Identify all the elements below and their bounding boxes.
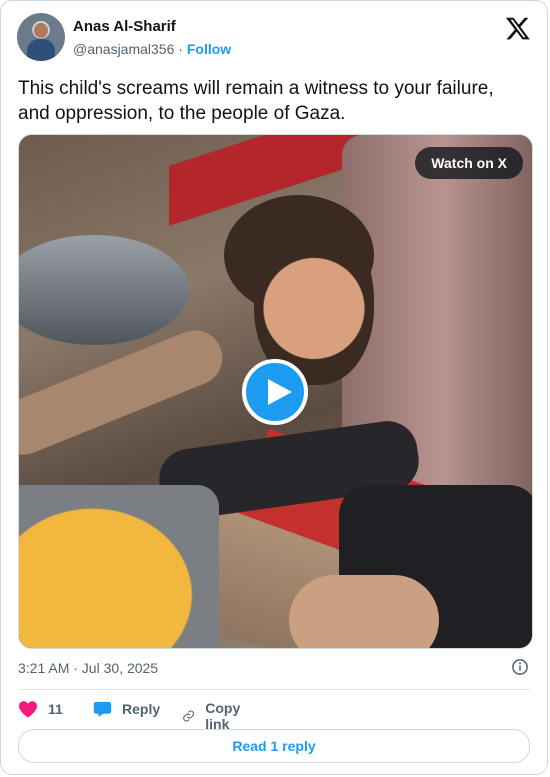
read-replies-button[interactable]: Read 1 reply: [18, 729, 530, 763]
divider: [18, 689, 530, 690]
play-icon[interactable]: [242, 359, 308, 425]
tweet-card: Anas Al-Sharif @anasjamal356 · Follow Th…: [0, 0, 548, 775]
copy-link-button[interactable]: Copy link: [182, 700, 247, 732]
reply-icon: [93, 701, 112, 717]
scene-bowl: [19, 485, 219, 648]
reply-label: Reply: [122, 701, 161, 717]
copy-link-icon: [183, 710, 195, 722]
copy-link-label: Copy link: [205, 700, 241, 732]
watch-on-x-button[interactable]: Watch on X: [415, 147, 523, 179]
tweet-text: This child's screams will remain a witne…: [18, 78, 494, 124]
avatar-head: [34, 23, 48, 38]
tweet-header: Anas Al-Sharif @anasjamal356 · Follow: [17, 13, 531, 63]
tweet-timestamp[interactable]: 3:21 AM · Jul 30, 2025: [18, 660, 158, 676]
handle-separator: ·: [178, 41, 183, 57]
follow-button[interactable]: Follow: [187, 41, 231, 57]
author-subline: @anasjamal356 · Follow: [73, 41, 231, 57]
avatar-body: [27, 39, 55, 61]
heart-icon: [19, 701, 37, 718]
avatar[interactable]: [17, 13, 65, 61]
reply-button[interactable]: Reply: [93, 700, 160, 718]
author-name[interactable]: Anas Al-Sharif: [73, 18, 176, 35]
author-handle[interactable]: @anasjamal356: [73, 41, 174, 57]
scene-hand: [289, 575, 439, 648]
video-thumbnail[interactable]: Watch on X: [18, 134, 533, 649]
info-icon[interactable]: [511, 658, 529, 676]
like-count: 11: [48, 701, 63, 717]
like-button[interactable]: 11: [18, 700, 63, 718]
play-triangle: [268, 379, 292, 405]
x-logo-icon[interactable]: [505, 15, 531, 41]
